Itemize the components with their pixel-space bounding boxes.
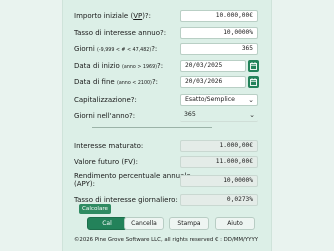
apy-label-line2: (APY): <box>74 180 95 188</box>
footer-text: ©2026 Pine Grove Software LLC, all right… <box>74 237 259 243</box>
chevron-down-icon: ⌄ <box>249 111 255 119</box>
end-date-calendar-button[interactable] <box>248 76 259 88</box>
start-date-input[interactable]: 20/03/2025 <box>180 60 246 72</box>
end-date-label: Data di fine (anno < 2100)?: <box>74 78 159 86</box>
days-in-year-label: Giorni nell'anno?: <box>74 112 136 120</box>
end-date-input[interactable]: 20/03/2026 <box>180 76 246 88</box>
print-button[interactable]: Stampa <box>169 217 209 230</box>
start-date-label: Data di inizio (anno > 1969)?: <box>74 62 164 70</box>
initial-amount-input[interactable]: 10.000,00€ <box>180 10 258 22</box>
row-start-date: Data di inizio (anno > 1969)?: 20/03/202… <box>74 60 259 74</box>
interest-accrued-label: Interesse maturato: <box>74 142 144 150</box>
start-date-calendar-button[interactable] <box>248 60 259 72</box>
calendar-icon <box>250 78 257 86</box>
future-value-output: 11.000,00€ <box>180 156 258 168</box>
days-label: Giorni (-9,999 < # < 47,482)?: <box>74 45 158 53</box>
apy-label-line1: Rendimento percentuale annuale <box>74 172 191 180</box>
initial-amount-label: Importo iniziale (VP)?: <box>74 12 152 20</box>
calendar-icon <box>250 62 257 70</box>
daily-rate-output: 0,0273% <box>180 194 258 206</box>
interest-rate-input[interactable]: 10,0000% <box>180 27 258 39</box>
row-days: Giorni (-9,999 < # < 47,482)?: 365 <box>74 43 258 57</box>
row-days-in-year: Giorni nell'anno?: 365 ⌄ <box>74 110 258 124</box>
daily-rate-label: Tasso di interesse giornaliero: <box>74 196 178 204</box>
interest-accrued-output: 1.000,00€ <box>180 140 258 152</box>
cancel-button[interactable]: Cancella <box>124 217 164 230</box>
calculate-button[interactable]: Cal <box>87 217 127 230</box>
chevron-down-icon: ⌄ <box>248 96 254 104</box>
days-input[interactable]: 365 <box>180 43 258 55</box>
capitalization-value: Esatto/Semplice <box>185 96 235 103</box>
row-apy: Rendimento percentuale annuale (APY): 10… <box>74 172 258 192</box>
row-interest-accrued: Interesse maturato: 1.000,00€ <box>74 140 258 154</box>
calculate-tooltip: Calcolare <box>79 204 111 214</box>
days-in-year-value: 365 <box>184 111 196 118</box>
vp-link[interactable]: VP <box>133 12 142 20</box>
row-capitalization: Capitalizzazione?: Esatto/Semplice ⌄ <box>74 94 258 108</box>
help-button[interactable]: Aiuto <box>215 217 255 230</box>
future-value-label: Valore futuro (FV): <box>74 158 138 166</box>
capitalization-select[interactable]: Esatto/Semplice ⌄ <box>180 94 258 106</box>
apy-output: 10,0000% <box>180 175 258 187</box>
days-in-year-select[interactable]: 365 ⌄ <box>180 110 258 122</box>
results-divider <box>92 127 212 128</box>
row-interest-rate: Tasso di interesse annuo?: 10,0000% <box>74 27 258 41</box>
capitalization-label: Capitalizzazione?: <box>74 96 137 104</box>
row-future-value: Valore futuro (FV): 11.000,00€ <box>74 156 258 170</box>
row-initial-amount: Importo iniziale (VP)?: 10.000,00€ <box>74 10 258 24</box>
row-end-date: Data di fine (anno < 2100)?: 20/03/2026 <box>74 76 259 90</box>
interest-rate-label: Tasso di interesse annuo?: <box>74 29 167 37</box>
